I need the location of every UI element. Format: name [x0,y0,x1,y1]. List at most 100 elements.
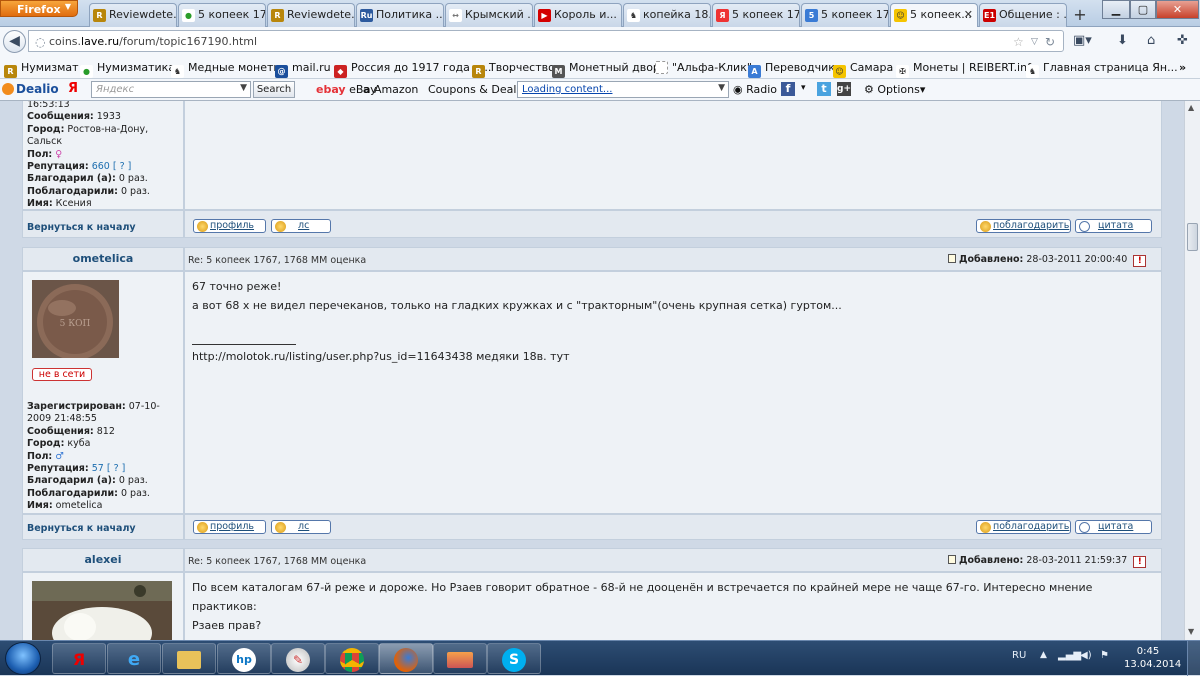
yandex-search-input[interactable]: Яндекс ▼ [91,81,251,98]
amazon-link[interactable]: a Amazon [363,83,418,96]
scroll-up-icon[interactable]: ▲ [1188,103,1194,112]
back-to-top-link[interactable]: Вернуться к началу [27,523,136,534]
show-hidden-icons[interactable]: ▲ [1040,650,1047,660]
bookmark-mailru[interactable]: @ mail.ru [275,61,331,78]
coupons-link[interactable]: Coupons & Deals [428,83,522,96]
post1-topic[interactable]: Re: 5 копеек 1767, 1768 ММ оценка [188,255,366,266]
tab-obshchenie[interactable]: E1 Общение : ... [979,3,1067,27]
taskbar-chrome[interactable] [325,643,379,674]
report-icon[interactable]: ! [1133,556,1147,568]
bookmark-rossiya[interactable]: ◆ Россия до 1917 года - ... [334,61,491,78]
profile-button[interactable]: профиль [193,219,266,233]
system-clock[interactable]: 0:45 13.04.2014 [1124,645,1181,671]
bookmark-reibert[interactable]: ✠ Монеты | REIBERT.info [896,61,1038,78]
document-icon[interactable] [948,555,956,564]
pm-button[interactable]: лс [271,219,331,233]
start-button[interactable] [5,642,41,675]
post2-topic[interactable]: Re: 5 копеек 1767, 1768 ММ оценка [188,556,366,567]
taskbar-explorer[interactable] [162,643,216,674]
pm-button[interactable]: лс [271,520,331,534]
taskbar-app[interactable] [433,643,487,674]
radio-button[interactable]: ◉ Radio [733,83,777,96]
tab-5kopeek-active[interactable]: ☺ 5 копеек... ✕ [890,3,978,28]
close-tab-icon[interactable]: ✕ [964,8,973,21]
back-button[interactable]: ◀ [3,30,26,53]
app-icon [447,652,473,668]
loading-content-dropdown[interactable]: Loading content... ▼ [517,81,729,98]
tab-favicon-icon: ♞ [627,9,640,22]
prev-post-user-info: 16:53:13 Сообщения: 1933 Город: Ростов-н… [27,101,150,210]
tab-korol[interactable]: ▶ Король и... [534,3,622,27]
taskbar-skype[interactable]: S [487,643,541,674]
bookmark-tvorchestvo[interactable]: R Творчество [472,61,555,78]
volume-icon[interactable]: ◀) [1080,650,1092,661]
url-bar[interactable]: ◌ coins.lave.ru/forum/topic167190.html ☆… [28,30,1064,52]
flag-icon[interactable]: ⚑ [1100,650,1109,661]
tab-krymsky[interactable]: ↔ Крымский ... [445,3,533,27]
post1-user-info: Зарегистрирован: 07-10-2009 21:48:55 Соо… [27,401,160,512]
more-bookmarks-button[interactable]: » [1179,61,1186,74]
home-icon[interactable]: ⌂ [1147,33,1155,48]
tab-reviewdetector-1[interactable]: R Reviewdete... [89,3,177,27]
back-to-top-link[interactable]: Вернуться к началу [27,222,136,233]
twitter-icon[interactable]: t [817,82,831,96]
chevron-down-icon[interactable]: ▽ [1031,37,1038,47]
search-button[interactable]: Search [253,81,295,98]
minimize-button[interactable]: ▁ [1102,0,1130,19]
firefox-menu-button[interactable]: Firefox ▼ [0,0,78,17]
bookmark-monetny-dvor[interactable]: M Монетный двор [552,61,660,78]
tab-5kopeek-1[interactable]: ●5 копеек 17... [178,3,266,27]
network-icon[interactable]: ▂▄▆ [1058,650,1081,661]
scroll-down-icon[interactable]: ▼ [1188,627,1194,636]
tab-5kopeek-3[interactable]: 55 копеек 17... [801,3,889,27]
post1-username[interactable]: ometelica [22,252,184,265]
quote-button[interactable]: цитата [1075,520,1152,534]
bookmark-numizmat[interactable]: R Нумизмат [4,61,79,78]
tab-reviewdetector-2[interactable]: R Reviewdete... [267,3,355,27]
bookmark-mednye[interactable]: ♞ Медные монеты [171,61,282,78]
show-desktop-button[interactable] [1187,641,1200,676]
hp-icon: hp [232,648,256,672]
google-plus-icon[interactable]: g+ [837,82,851,96]
post1-avatar[interactable]: 5 КОП [32,280,119,358]
navigation-bar: ◀ ◌ coins.lave.ru/forum/topic167190.html… [0,27,1200,55]
facebook-icon[interactable]: f [781,82,795,96]
tab-kopeyka[interactable]: ♞копейка 18... [623,3,711,27]
url-text: coins.lave.ru/forum/topic167190.html [49,35,258,48]
language-indicator[interactable]: RU [1012,650,1026,661]
maximize-button[interactable]: ▢ [1130,0,1156,19]
profile-button[interactable]: профиль [193,520,266,534]
report-icon[interactable]: ! [1133,255,1147,267]
options-button[interactable]: ⚙ Options▾ [864,83,925,96]
thank-button[interactable]: поблагодарить [976,219,1071,233]
close-window-button[interactable]: ✕ [1156,0,1199,19]
bookmark-samara[interactable]: ☺ Самара [833,61,893,78]
quote-button[interactable]: цитата [1075,219,1152,233]
post2-avatar[interactable] [32,581,172,640]
taskbar-paint[interactable]: ✎ [271,643,325,674]
star-bookmark-icon[interactable]: ☆ [1013,35,1024,49]
chevron-down-icon[interactable]: ▾ [801,83,806,93]
scrollbar-thumb[interactable] [1187,223,1198,251]
bookmark-alfa-klik[interactable]: "Альфа-Клик" [655,61,752,74]
bookmark-numizmatika[interactable]: ● Нумизматика [80,61,175,78]
addon-icon[interactable]: ✜ [1177,33,1188,48]
tab-5kopeek-2[interactable]: Я5 копеек 17... [712,3,800,27]
taskbar-ie[interactable]: e [107,643,161,674]
bookmarks-menu-icon[interactable]: ▣▾ [1073,33,1092,48]
thank-button[interactable]: поблагодарить [976,520,1071,534]
downloads-icon[interactable]: ⬇ [1117,33,1128,48]
page-scrollbar[interactable]: ▲ ▼ [1184,101,1200,640]
dealio-logo[interactable]: Dealio [2,82,59,96]
bookmark-icon: ♞ [1026,65,1039,78]
post2-username[interactable]: alexei [22,553,184,566]
tab-politika[interactable]: Ru Политика ... [356,3,444,27]
reload-icon[interactable]: ↻ [1045,35,1055,49]
document-icon[interactable] [948,254,956,263]
taskbar-yandex[interactable]: Я [52,643,106,674]
taskbar-hp[interactable]: hp [217,643,271,674]
new-tab-button[interactable]: + [1069,5,1091,25]
bookmark-perevodchik[interactable]: A Переводчик [748,61,835,78]
bookmark-glavnaya[interactable]: ♞ Главная страница Ян... [1026,61,1178,78]
taskbar-firefox[interactable] [379,643,433,674]
